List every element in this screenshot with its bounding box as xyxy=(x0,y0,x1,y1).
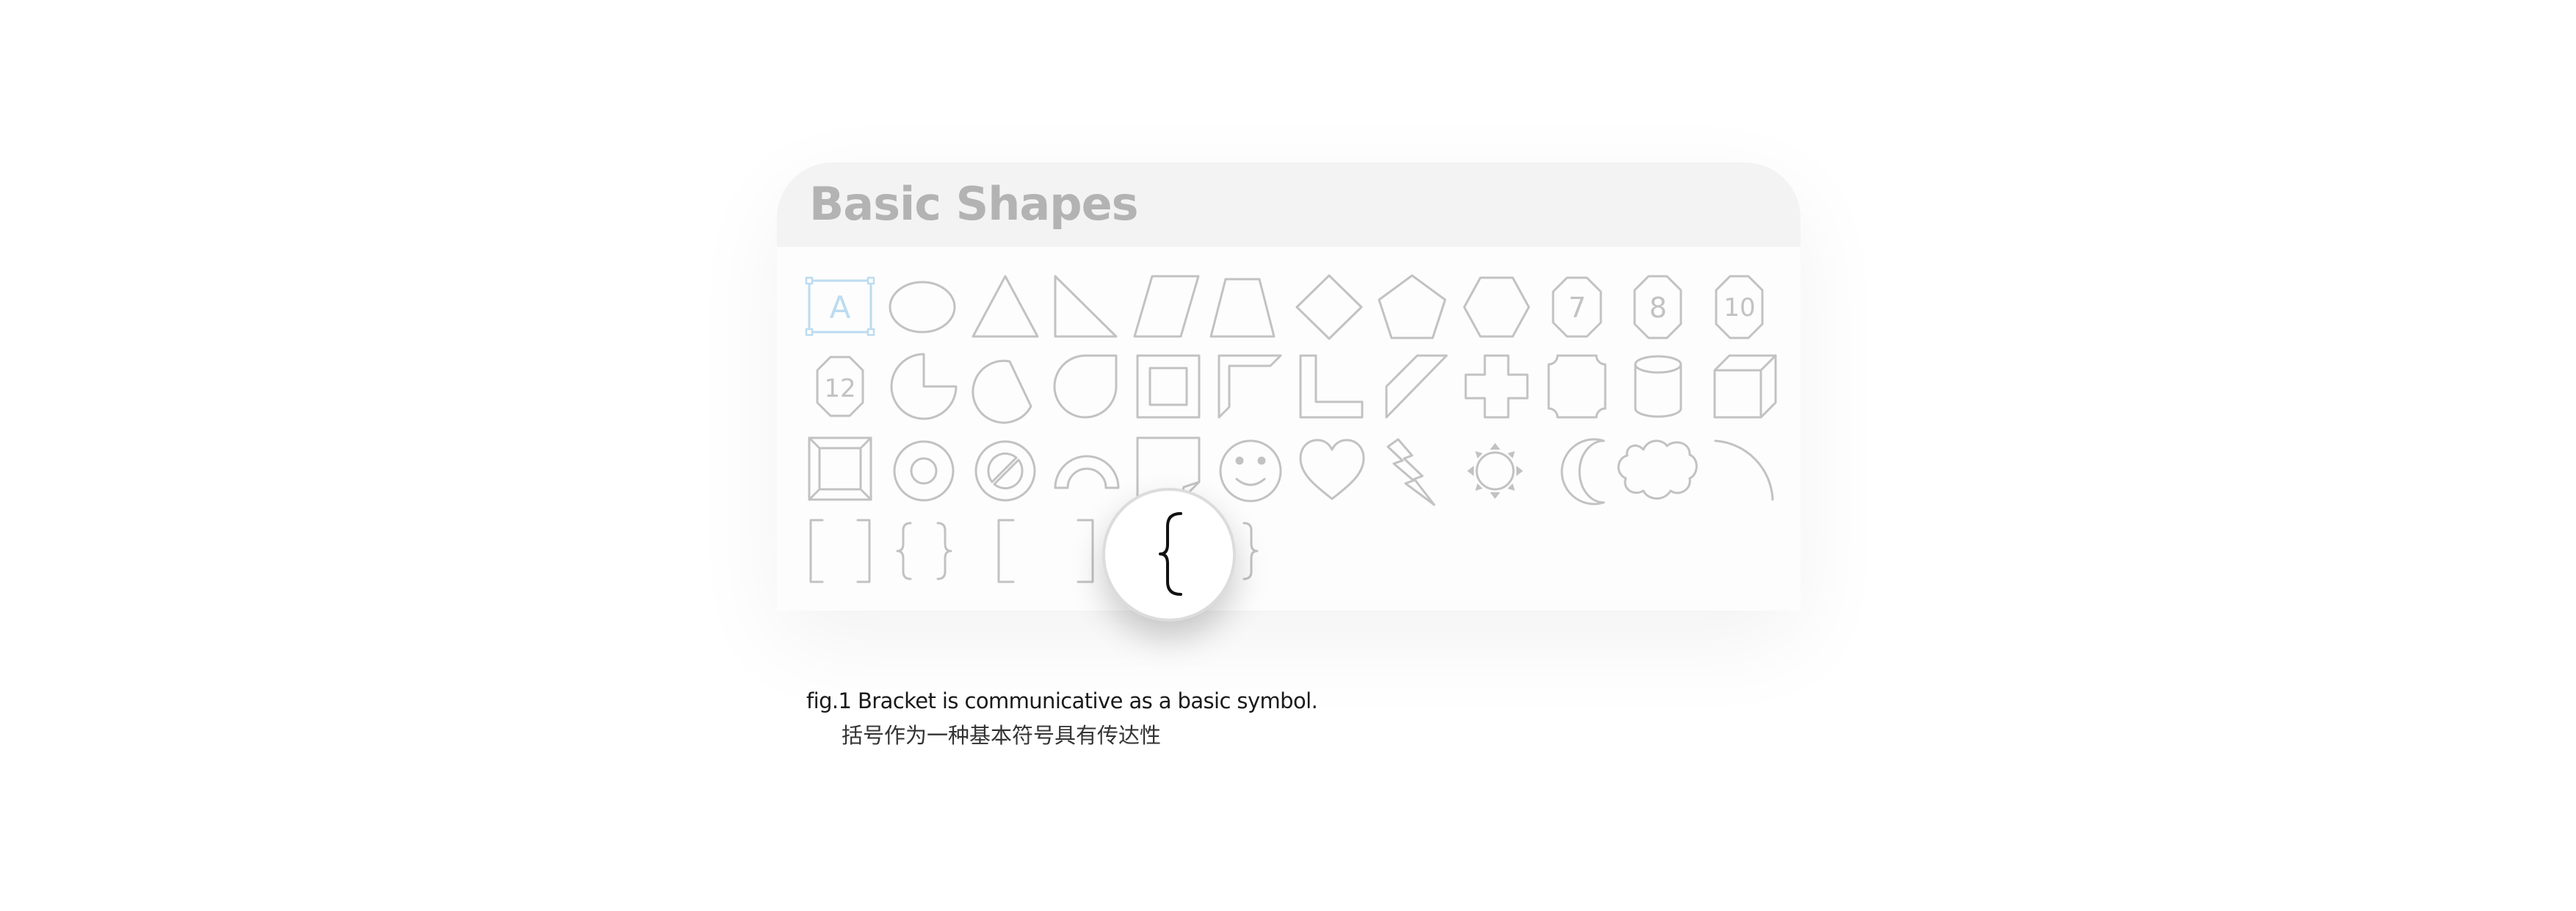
right-brace-icon[interactable] xyxy=(1242,522,1259,580)
pie-icon[interactable] xyxy=(890,353,958,420)
triangle-icon[interactable] xyxy=(972,275,1039,338)
heart-icon[interactable] xyxy=(1299,439,1365,500)
decagon-icon[interactable]: 10 xyxy=(1715,275,1764,339)
chord-icon[interactable] xyxy=(972,359,1032,424)
l-shape-icon[interactable] xyxy=(1299,354,1364,419)
figure-caption: fig.1 Bracket is communicative as a basi… xyxy=(806,688,1318,748)
pentagon-icon[interactable] xyxy=(1378,274,1447,339)
dodecagon-icon[interactable]: 12 xyxy=(816,356,864,417)
double-bracket-icon[interactable] xyxy=(809,519,871,583)
left-brace-icon xyxy=(1159,512,1182,596)
parallelogram-icon[interactable] xyxy=(1133,275,1200,338)
shape-grid: A 7 8 10 12 xyxy=(805,274,1777,583)
block-arc-icon[interactable] xyxy=(1054,455,1120,489)
arc-icon[interactable] xyxy=(1714,439,1774,501)
moon-icon[interactable] xyxy=(1560,438,1605,505)
diagonal-stripe-icon[interactable] xyxy=(1385,354,1448,419)
double-brace-icon[interactable] xyxy=(896,522,952,580)
donut-icon[interactable] xyxy=(893,440,955,502)
magnifier-lens xyxy=(1102,488,1236,622)
decagon-label: 10 xyxy=(1723,293,1755,323)
cube-icon[interactable] xyxy=(1713,354,1777,419)
text-box-icon[interactable]: A xyxy=(805,276,875,336)
half-frame-icon[interactable] xyxy=(1218,354,1282,419)
trapezoid-icon[interactable] xyxy=(1209,278,1276,338)
lightning-bolt-icon[interactable] xyxy=(1386,438,1436,506)
magnified-shape xyxy=(1159,512,1182,596)
right-triangle-icon[interactable] xyxy=(1054,275,1118,338)
right-bracket-icon[interactable] xyxy=(1077,519,1094,583)
hexagon-icon[interactable] xyxy=(1463,276,1530,338)
can-icon[interactable] xyxy=(1634,355,1682,418)
sun-icon[interactable] xyxy=(1467,443,1523,499)
no-symbol-icon[interactable] xyxy=(974,440,1036,502)
diamond-icon[interactable] xyxy=(1295,274,1363,340)
bevel-icon[interactable] xyxy=(808,436,872,501)
caption-chinese: 括号作为一种基本符号具有传达性 xyxy=(842,723,1162,748)
caption-english: fig.1 Bracket is communicative as a basi… xyxy=(806,688,1318,713)
text-box-label: A xyxy=(830,289,851,325)
heptagon-label: 7 xyxy=(1569,292,1586,324)
ellipse-icon[interactable] xyxy=(889,281,956,334)
left-bracket-icon[interactable] xyxy=(997,519,1015,583)
cloud-icon[interactable] xyxy=(1617,439,1698,500)
octagon-label: 8 xyxy=(1649,292,1667,324)
frame-icon[interactable] xyxy=(1136,354,1201,419)
cross-icon[interactable] xyxy=(1464,354,1529,419)
plaque-icon[interactable] xyxy=(1547,354,1607,419)
octagon-icon[interactable]: 8 xyxy=(1633,275,1682,339)
heptagon-icon[interactable]: 7 xyxy=(1552,276,1602,338)
teardrop-icon[interactable] xyxy=(1053,354,1118,419)
dodecagon-label: 12 xyxy=(824,374,855,403)
